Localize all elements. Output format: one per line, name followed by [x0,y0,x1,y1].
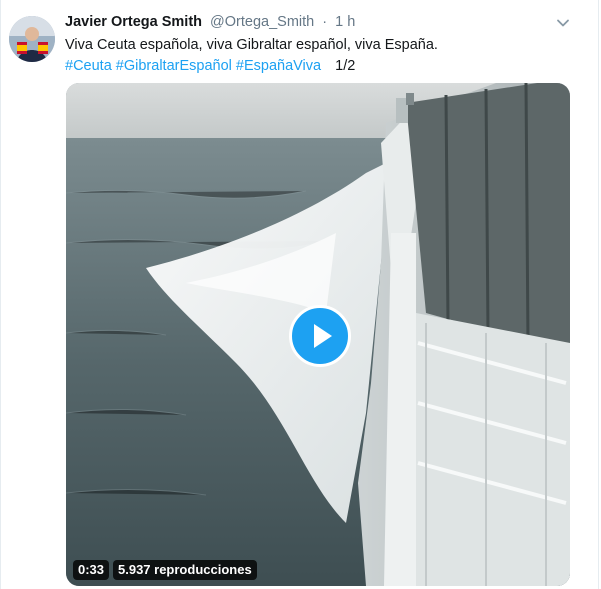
avatar-image [9,16,55,62]
play-button[interactable] [289,305,351,367]
tweet-header: Javier Ortega Smith @Ortega_Smith · 1 h [65,13,355,31]
hashtag-gibraltar-espanol[interactable]: #GibraltarEspañol [116,58,232,74]
author-handle[interactable]: @Ortega_Smith [210,14,314,30]
hashtag-ceuta[interactable]: #Ceuta [65,58,112,74]
tweet-card[interactable]: Javier Ortega Smith @Ortega_Smith · 1 h … [0,0,599,589]
video-player[interactable]: 0:33 5.937 reproducciones [66,83,570,586]
tweet-text: Viva Ceuta española, viva Gibraltar espa… [65,35,438,77]
video-duration-badge: 0:33 [73,560,110,580]
tweet-timestamp[interactable]: 1 h [335,14,355,30]
separator-dot: · [322,14,328,30]
thread-count: 1/2 [335,58,356,74]
hashtag-espana-viva[interactable]: #EspañaViva [236,58,321,74]
video-views-badge: 5.937 reproducciones [113,560,257,580]
play-icon [314,324,332,348]
tweet-body: Viva Ceuta española, viva Gibraltar espa… [65,37,438,53]
tweet-hashtags: #Ceuta #GibraltarEspañol #EspañaViva 1/2 [65,56,438,77]
avatar[interactable] [9,16,55,62]
author-name[interactable]: Javier Ortega Smith [65,14,202,30]
chevron-down-icon[interactable] [556,16,570,30]
